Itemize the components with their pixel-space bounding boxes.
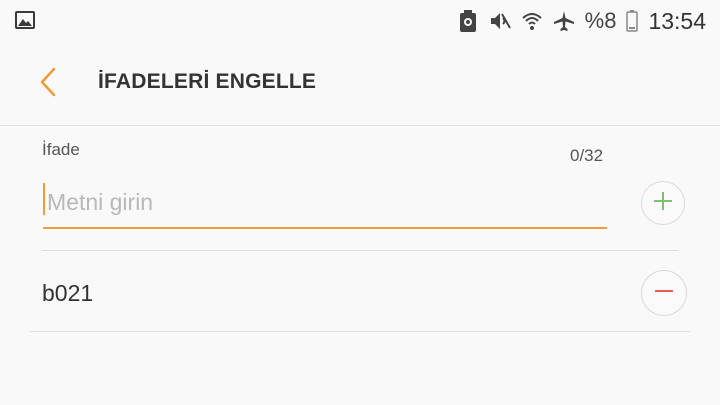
back-button[interactable] xyxy=(28,64,68,104)
wifi-icon xyxy=(521,10,543,32)
battery-percent: %8 xyxy=(584,8,617,33)
airplane-icon xyxy=(553,10,575,32)
remove-button[interactable] xyxy=(641,270,687,316)
gallery-icon xyxy=(14,10,36,30)
list-item: b021 xyxy=(0,252,720,332)
char-counter: 0/32 xyxy=(570,146,604,165)
input-underline xyxy=(43,227,607,229)
page-title: İFADELERİ ENGELLE xyxy=(98,70,317,93)
status-icons: %8 13:54 xyxy=(457,6,706,36)
blocked-phrase-list: b021 xyxy=(0,252,720,332)
minus-icon xyxy=(653,280,675,307)
field-label: İfade xyxy=(42,140,80,159)
battery-saver-icon xyxy=(457,10,479,32)
mute-icon xyxy=(489,10,511,32)
clock: 13:54 xyxy=(648,7,706,34)
screen: %8 13:54 İFADELERİ ENGELLE İfade 0/32 Me… xyxy=(0,0,720,405)
text-cursor xyxy=(43,183,45,215)
list-divider xyxy=(30,331,690,332)
battery-icon xyxy=(626,10,639,32)
chevron-left-icon xyxy=(38,66,58,103)
phrase-input-section: İfade 0/32 xyxy=(0,126,720,251)
app-bar: İFADELERİ ENGELLE xyxy=(0,42,720,126)
add-button[interactable] xyxy=(641,181,685,225)
plus-icon xyxy=(652,190,674,217)
status-bar: %8 13:54 xyxy=(0,0,720,42)
section-divider xyxy=(42,250,678,251)
phrase-text: b021 xyxy=(42,280,94,306)
phrase-input[interactable] xyxy=(43,178,607,226)
